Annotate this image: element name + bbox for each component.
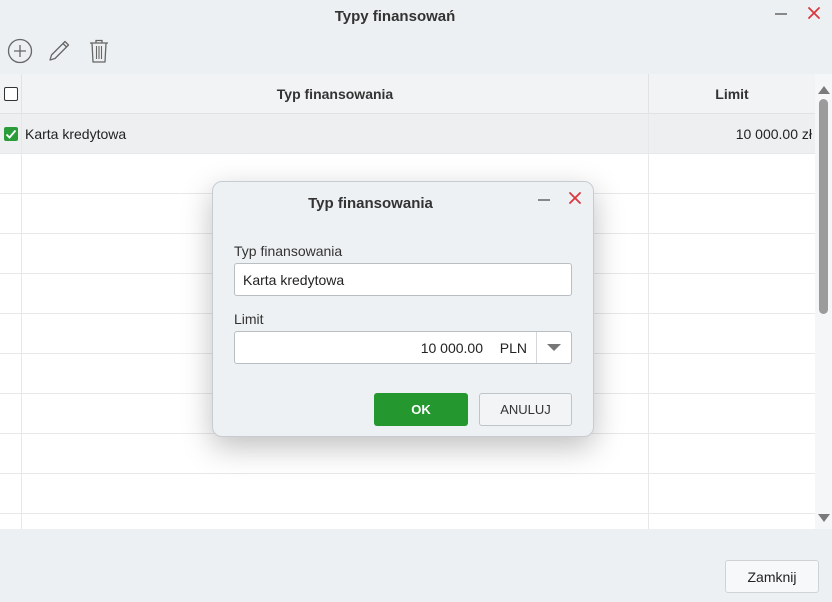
minimize-button[interactable]: [773, 5, 789, 21]
edit-button[interactable]: [44, 36, 74, 66]
currency-dropdown[interactable]: [536, 332, 571, 363]
row-check-cell: [0, 114, 22, 153]
checkmark-icon: [5, 129, 16, 139]
close-window-button[interactable]: Zamknij: [725, 560, 819, 593]
window-title: Typy finansowań: [334, 8, 456, 25]
add-button[interactable]: [5, 36, 35, 66]
limit-input[interactable]: 10 000.00 PLN: [234, 331, 572, 364]
currency-label: PLN: [499, 339, 527, 356]
dialog-close-icon[interactable]: [567, 190, 583, 206]
scroll-down-icon[interactable]: [818, 514, 830, 522]
cancel-button[interactable]: ANULUJ: [479, 393, 572, 426]
trash-icon: [90, 39, 108, 63]
table-row[interactable]: Karta kredytowa 10 000.00 zł: [0, 114, 815, 154]
select-all-cell: [0, 74, 22, 114]
select-all-checkbox[interactable]: [3, 87, 18, 101]
plus-circle-icon: [7, 38, 33, 64]
dialog-minimize-button[interactable]: [536, 191, 552, 207]
pencil-icon: [49, 40, 70, 61]
limit-field-label: Limit: [234, 311, 264, 327]
delete-button[interactable]: [84, 36, 114, 66]
type-field-label: Typ finansowania: [234, 243, 343, 259]
type-input[interactable]: Karta kredytowa: [234, 263, 572, 296]
dialog-title: Typ finansowania: [308, 195, 433, 212]
column-header-limit[interactable]: Limit: [649, 74, 815, 114]
empty-row: [0, 434, 815, 474]
row-type-cell: Karta kredytowa: [22, 114, 649, 153]
row-checkbox[interactable]: [3, 126, 18, 141]
scroll-up-icon[interactable]: [818, 86, 830, 94]
row-limit-cell: 10 000.00 zł: [735, 125, 812, 142]
column-header-type[interactable]: Typ finansowania: [22, 74, 649, 114]
toolbar: [0, 34, 832, 70]
chevron-down-icon: [547, 344, 561, 351]
ok-button[interactable]: OK: [374, 393, 468, 426]
main-window: Typy finansowań Typ finansowania Limit K…: [0, 0, 832, 602]
limit-value: 10 000.00: [420, 339, 483, 356]
financing-type-dialog: Typ finansowania Typ finansowania Karta …: [212, 181, 594, 437]
empty-row: [0, 474, 815, 514]
table-header: Typ finansowania Limit: [0, 74, 815, 114]
close-icon[interactable]: [806, 5, 822, 21]
scrollbar-thumb[interactable]: [819, 99, 828, 314]
title-bar: Typy finansowań: [0, 0, 832, 32]
vertical-scrollbar[interactable]: [815, 74, 832, 529]
empty-row: [0, 514, 815, 529]
